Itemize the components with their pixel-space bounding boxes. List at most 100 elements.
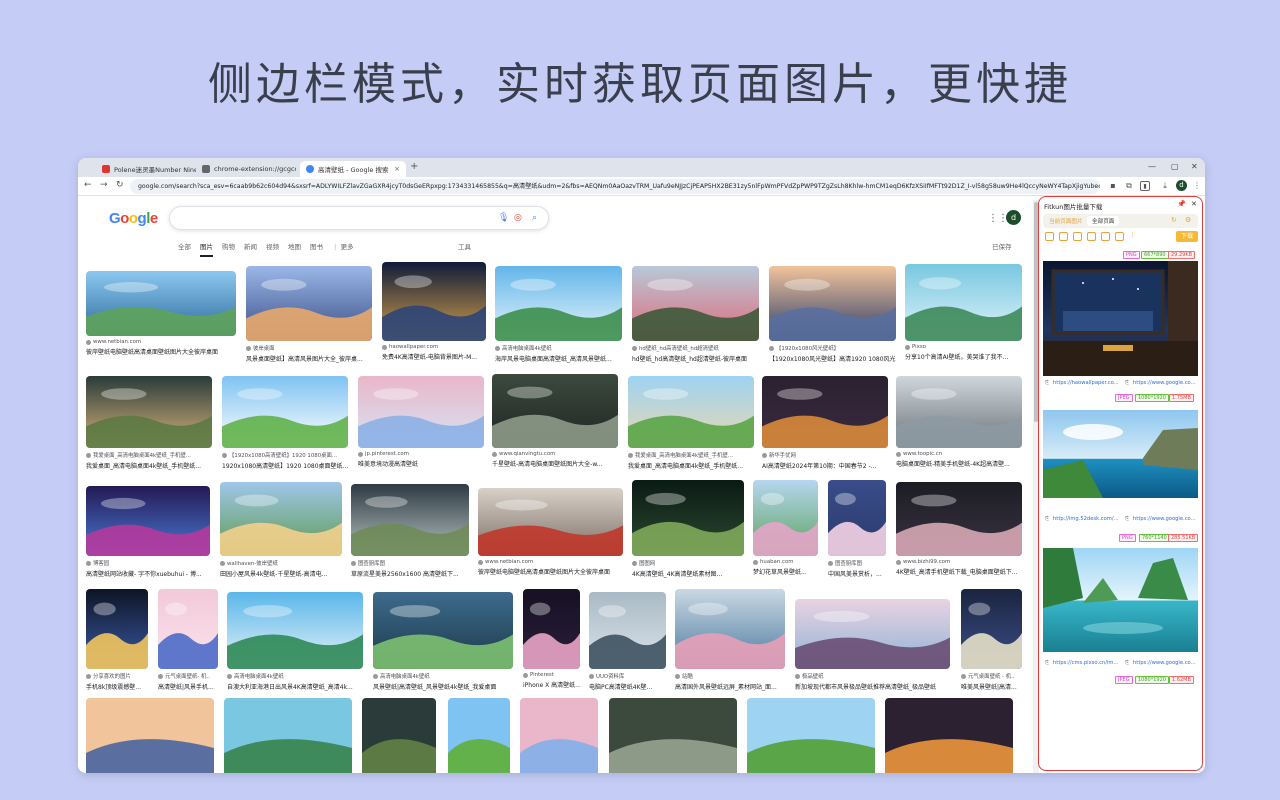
result-thumbnail[interactable]: [492, 374, 618, 448]
search-input[interactable]: 🎙 ◎ ⌕: [169, 206, 549, 230]
result-thumbnail[interactable]: [905, 264, 1022, 341]
result-source[interactable]: wallhaven-彼岸壁纸: [220, 559, 342, 567]
result-source[interactable]: 高清电脑桌面4k壁纸: [495, 344, 622, 352]
result-source[interactable]: 图图网: [632, 559, 744, 567]
result-thumbnail[interactable]: [362, 698, 436, 773]
result-thumbnail[interactable]: [747, 698, 875, 773]
result-source[interactable]: Pinterest: [523, 672, 580, 678]
result-source[interactable]: huaban.com: [753, 559, 818, 565]
result-title[interactable]: 千星壁纸-高清电脑桌面壁纸图片大全-w...: [492, 459, 618, 468]
result-title[interactable]: 高清国外风景壁纸远屏_素材网站_面...: [675, 682, 785, 691]
sort-icon[interactable]: [1087, 232, 1096, 241]
image-result-card[interactable]: 我爱桌面_高清电脑桌面4k壁纸_手机壁... 我爱桌面_高清电脑桌面4k壁纸_手机…: [628, 376, 754, 470]
result-thumbnail[interactable]: [885, 698, 1013, 773]
result-thumbnail[interactable]: [351, 484, 469, 556]
image-result-card[interactable]: 高清电脑桌面4k壁纸 风景壁纸|高清壁纸_风景壁纸4k壁纸_我爱桌面: [373, 592, 513, 691]
google-logo[interactable]: Google: [109, 210, 158, 227]
layers-icon[interactable]: [1115, 232, 1124, 241]
settings-gear-icon[interactable]: ⚙: [1185, 216, 1191, 224]
image-result-card[interactable]: [609, 698, 737, 773]
tab-polene[interactable]: Polene迷灵墨Number Nine 2: [96, 161, 196, 177]
image-result-card[interactable]: 新华手优网 AI高清壁纸2024年第10期：中国春节2 -...: [762, 376, 888, 470]
image-result-card[interactable]: hd壁纸_hd高清壁纸_hd超清壁纸 hd壁纸_hd高清壁纸_hd超清壁纸-彼岸桌…: [632, 266, 759, 363]
result-source[interactable]: 高清电脑桌面4k壁纸: [227, 672, 363, 680]
result-source[interactable]: 高清电脑桌面4k壁纸: [373, 672, 513, 680]
result-source[interactable]: 【1920x1080风光壁纸】: [769, 344, 896, 352]
result-source[interactable]: 图查厨库图: [828, 559, 886, 567]
result-title[interactable]: 4K高清壁纸_4K高清壁纸素材图...: [632, 569, 744, 578]
image-result-card[interactable]: 元气桌面壁纸 - 机.. 唯美风景壁纸|高清...: [961, 589, 1022, 691]
new-tab-button[interactable]: +: [410, 161, 418, 172]
result-source[interactable]: 元气桌面壁纸 - 机..: [961, 672, 1022, 680]
result-title[interactable]: 彼岸壁纸电脑壁纸高清桌面壁纸图片大全彼岸桌面: [86, 347, 236, 356]
image-result-card[interactable]: 元气桌面壁纸- 机.. 高清壁纸|风景手机...: [158, 589, 218, 691]
deselect-icon[interactable]: [1059, 232, 1068, 241]
image-result-card[interactable]: haowallpaper.com 免费4K高清壁纸-电脑背景图片-M...: [382, 262, 486, 361]
side-panel-icon[interactable]: ▮: [1140, 181, 1150, 191]
result-title[interactable]: 田园小屋风景4k壁纸-千星壁纸-高清电...: [220, 569, 342, 578]
image-result-card[interactable]: 博客园 高清壁纸网站收藏- 字不你xuebuhui - 博...: [86, 486, 210, 578]
image-url-link[interactable]: https://cms.pixso.cn/im...: [1053, 660, 1118, 666]
image-result-card[interactable]: www.netbian.com 彼岸壁纸电脑壁纸高清桌面壁纸图片大全彼岸桌面: [478, 488, 623, 576]
result-source[interactable]: 我爱桌面_高清电脑桌面4k壁纸_手机壁...: [628, 451, 754, 459]
result-thumbnail[interactable]: [675, 589, 785, 669]
image-result-card[interactable]: [448, 698, 510, 773]
image-result-card[interactable]: www.qianvingtu.com 千星壁纸-高清电脑桌面壁纸图片大全-w...: [492, 374, 618, 468]
result-thumbnail[interactable]: [523, 589, 580, 669]
saved-button[interactable]: 已保存: [992, 241, 1012, 251]
panel-image-item[interactable]: JPEG 1080*1920 1.62MB: [1043, 674, 1198, 686]
result-source[interactable]: 分享喜欢的图片: [86, 672, 148, 680]
image-result-card[interactable]: www.bizhi99.com 4K壁纸_高清手机壁纸下载_电脑桌面壁纸下...: [896, 482, 1022, 576]
result-title[interactable]: 自澳大利亚海港日出风景4K高清壁纸_高清4k...: [227, 682, 363, 691]
grid-view-icon[interactable]: [1073, 232, 1082, 241]
tab-books[interactable]: 图书: [310, 241, 323, 257]
download-icon[interactable]: ⤓: [1160, 181, 1170, 191]
result-thumbnail[interactable]: [86, 698, 214, 773]
result-thumbnail[interactable]: [609, 698, 737, 773]
voice-search-icon[interactable]: 🎙: [498, 213, 509, 223]
result-thumbnail[interactable]: [86, 486, 210, 556]
result-thumbnail[interactable]: [896, 482, 1022, 556]
image-result-card[interactable]: [885, 698, 1013, 773]
reload-icon[interactable]: ↻: [116, 180, 124, 190]
result-thumbnail[interactable]: [961, 589, 1022, 669]
result-thumbnail[interactable]: [589, 592, 666, 669]
close-window-icon[interactable]: ✕: [1191, 162, 1198, 171]
image-result-card[interactable]: 【1920x1080高清壁纸】1920 1080桌面... 1920x1080高清…: [222, 376, 348, 470]
result-thumbnail[interactable]: [246, 266, 372, 341]
image-result-card[interactable]: UUO资料库 电脑PC高清壁纸4K壁...: [589, 592, 666, 691]
result-thumbnail[interactable]: [632, 266, 759, 341]
close-tab-icon[interactable]: ×: [394, 165, 400, 173]
result-thumbnail[interactable]: [220, 482, 342, 556]
result-source[interactable]: www.qianvingtu.com: [492, 451, 618, 457]
result-title[interactable]: 高清壁纸|风景手机...: [158, 682, 218, 691]
result-source[interactable]: 【1920x1080高清壁纸】1920 1080桌面...: [222, 451, 348, 459]
result-title[interactable]: 草原流星美景2560x1600 高清壁纸下...: [351, 569, 469, 578]
image-result-card[interactable]: 图图网 4K高清壁纸_4K高清壁纸素材图...: [632, 480, 744, 578]
result-title[interactable]: 【1920x1080风光壁纸】高清1920 1080风光...: [769, 354, 896, 363]
panel-thumbnail[interactable]: [1043, 261, 1198, 376]
image-result-card[interactable]: [520, 698, 598, 773]
panel-image-item[interactable]: JPEG 1080*1920 1.75MB ⎘ http://img.52des…: [1043, 392, 1198, 526]
result-thumbnail[interactable]: [795, 599, 950, 669]
profile-avatar[interactable]: d: [1176, 180, 1187, 191]
result-thumbnail[interactable]: [86, 271, 236, 336]
close-panel-icon[interactable]: ✕: [1191, 200, 1197, 208]
refresh-icon[interactable]: ↻: [1171, 216, 1177, 224]
result-thumbnail[interactable]: [753, 480, 818, 556]
result-source[interactable]: hd壁纸_hd高清壁纸_hd超清壁纸: [632, 344, 759, 352]
result-thumbnail[interactable]: [769, 266, 896, 341]
result-thumbnail[interactable]: [86, 376, 212, 448]
result-source[interactable]: 极品壁纸: [795, 672, 950, 680]
result-title[interactable]: 彼岸壁纸电脑壁纸高清桌面壁纸图片大全彼岸桌面: [478, 567, 623, 576]
result-source[interactable]: haowallpaper.com: [382, 344, 486, 350]
result-title[interactable]: AI高清壁纸2024年第10期：中国春节2 -...: [762, 461, 888, 470]
result-thumbnail[interactable]: [224, 698, 352, 773]
panel-image-item[interactable]: PNG 667*890 29.29KB ⎘ https://haowallpap…: [1043, 249, 1198, 390]
result-title[interactable]: 分享10个高清AI壁纸，美哭谁了我不...: [905, 352, 1022, 361]
forward-icon[interactable]: →: [100, 180, 108, 190]
result-thumbnail[interactable]: [762, 376, 888, 448]
menu-icon[interactable]: ⋮: [1192, 181, 1202, 191]
select-all-icon[interactable]: [1045, 232, 1054, 241]
result-title[interactable]: 梦幻花草风景壁纸...: [753, 567, 818, 576]
